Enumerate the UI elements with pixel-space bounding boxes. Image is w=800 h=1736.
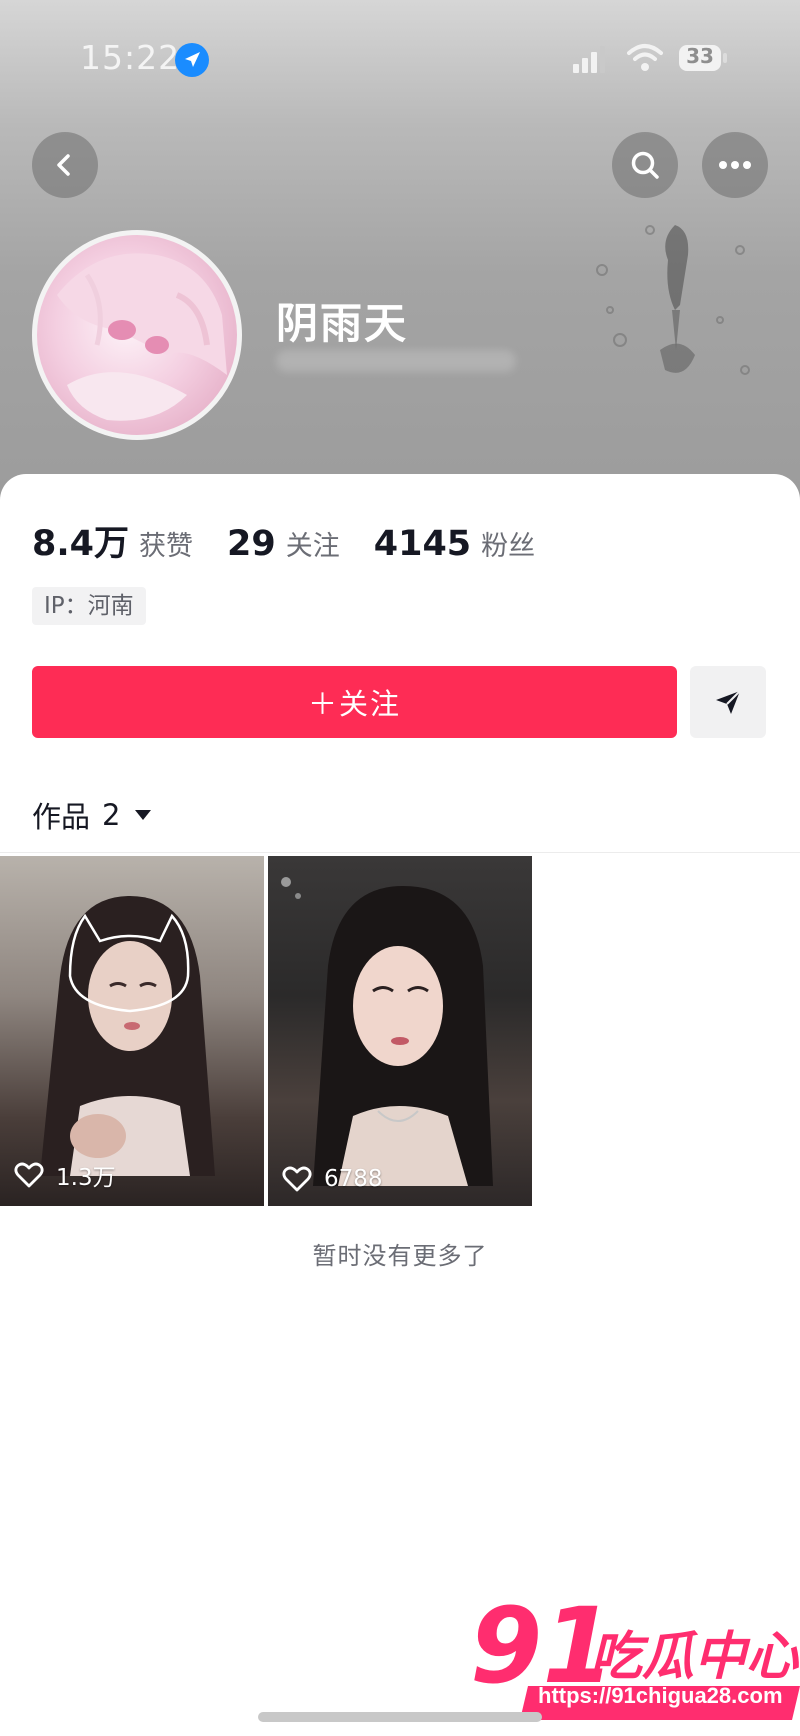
ip-location-tag: IP：河南 xyxy=(32,587,146,625)
follow-button[interactable]: ＋关注 xyxy=(32,666,677,738)
works-tab-count: 2 xyxy=(102,798,121,832)
works-grid: 1.3万 6788 xyxy=(0,856,800,1208)
blurred-signature xyxy=(276,350,516,372)
profile-username: 阴雨天 xyxy=(276,299,409,348)
send-icon xyxy=(716,690,741,714)
avatar-illustration xyxy=(57,253,227,421)
avatar[interactable] xyxy=(32,230,242,440)
battery-level-text: 33 xyxy=(686,44,714,68)
send-message-button[interactable] xyxy=(690,666,766,738)
search-icon xyxy=(631,151,659,179)
likes-count: 8.4万 xyxy=(32,524,130,564)
tab-divider xyxy=(0,852,800,853)
no-more-content-text: 暂时没有更多了 xyxy=(312,1242,488,1270)
work-likes-count: 1.3万 xyxy=(56,1165,116,1191)
more-dots-icon xyxy=(719,161,751,169)
work-thumbnail[interactable]: 6788 xyxy=(268,856,532,1206)
heart-icon xyxy=(14,1162,44,1188)
works-tab-label: 作品 xyxy=(32,800,91,834)
location-arrow-icon xyxy=(175,43,209,77)
wifi-icon xyxy=(627,44,663,71)
status-bar: 15:22 33 xyxy=(0,0,800,110)
following-count: 29 xyxy=(227,524,276,564)
followers-label[interactable]: 粉丝 xyxy=(481,524,535,563)
caret-down-icon xyxy=(135,810,152,820)
svg-text:吃瓜中心: 吃瓜中心 xyxy=(590,1627,800,1687)
work-thumbnail[interactable]: 1.3万 xyxy=(0,856,264,1206)
home-indicator[interactable] xyxy=(258,1712,542,1722)
work-likes-count: 6788 xyxy=(324,1166,383,1192)
heart-icon xyxy=(282,1166,312,1192)
work-likes: 6788 xyxy=(282,1166,383,1192)
status-time: 15:22 xyxy=(80,38,181,77)
chevron-left-icon xyxy=(57,154,70,176)
profile-stats: 8.4万 获赞 29 关注 4145 粉丝 xyxy=(32,515,569,564)
watermark-logo: 91 吃瓜中心 xyxy=(470,1590,800,1720)
followers-count: 4145 xyxy=(373,524,472,564)
following-label[interactable]: 关注 xyxy=(286,524,340,563)
work-thumbnail-image xyxy=(281,877,493,1186)
search-button[interactable] xyxy=(612,132,678,198)
cellular-signal-icon xyxy=(573,46,605,73)
work-thumbnail-image xyxy=(40,896,215,1176)
back-button[interactable] xyxy=(32,132,98,198)
work-likes: 1.3万 xyxy=(14,1158,116,1192)
likes-label[interactable]: 获赞 xyxy=(139,524,193,563)
more-options-button[interactable] xyxy=(702,132,768,198)
tab-works[interactable]: 作品 2 xyxy=(32,794,152,836)
watermark-url: https://91chigua28.com xyxy=(538,1683,783,1708)
background-figure-illustration xyxy=(596,225,750,375)
